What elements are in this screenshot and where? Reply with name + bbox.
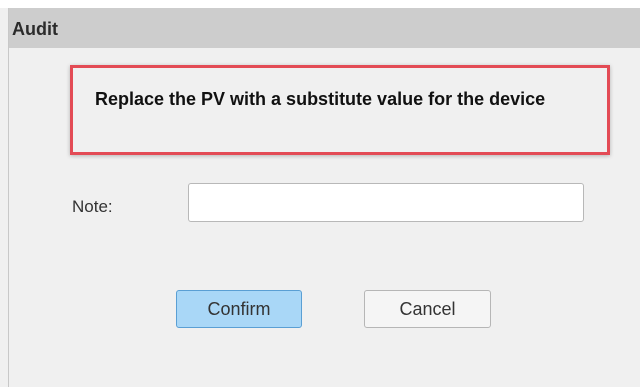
dialog-titlebar[interactable]: Audit	[9, 8, 640, 48]
dialog-message: Replace the PV with a substitute value f…	[95, 89, 546, 109]
confirm-button[interactable]: Confirm	[176, 290, 302, 328]
background-strip	[0, 0, 640, 8]
cancel-button[interactable]: Cancel	[364, 290, 491, 328]
message-highlight-box: Replace the PV with a substitute value f…	[70, 65, 610, 155]
note-label: Note:	[72, 197, 113, 216]
note-input[interactable]	[188, 183, 584, 222]
audit-dialog: Audit Replace the PV with a substitute v…	[8, 8, 640, 387]
dialog-title: Audit	[12, 19, 58, 39]
